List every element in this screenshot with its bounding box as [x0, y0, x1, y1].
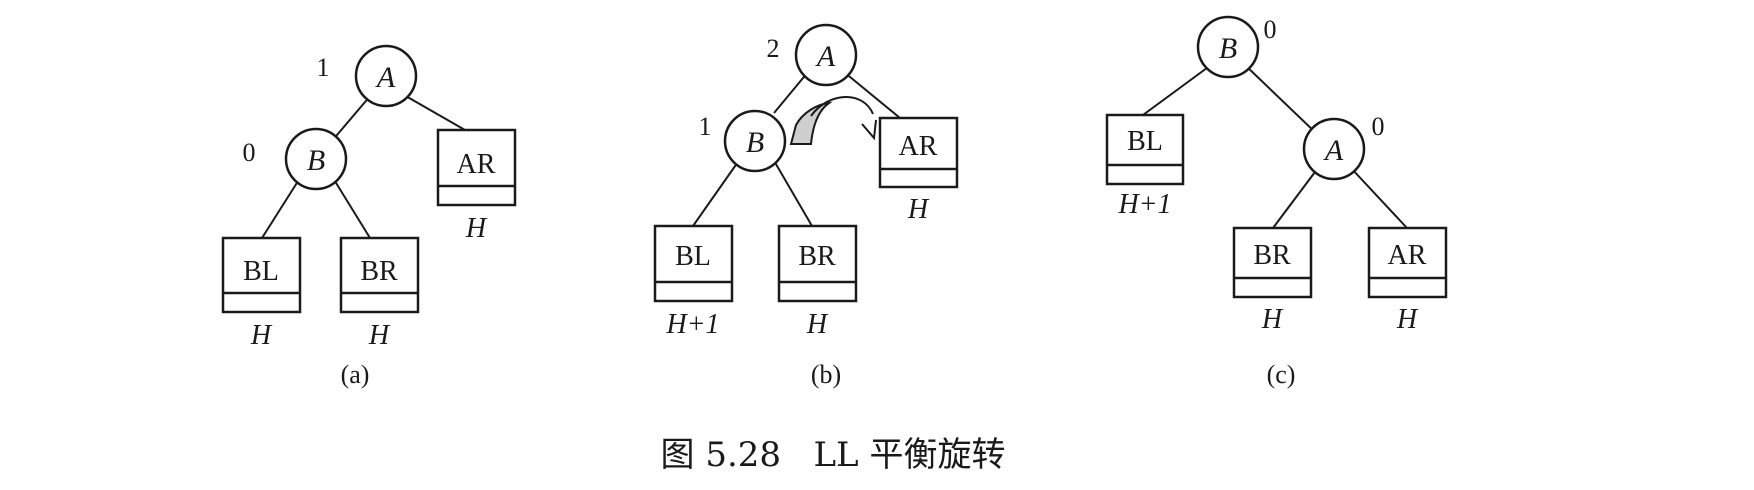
edge-a-B-BL: [261, 177, 301, 239]
subtree-box-b-AR: AR: [878, 116, 959, 189]
node-label: B: [1219, 32, 1237, 65]
tree-node-b-child: B: [723, 109, 787, 173]
subtree-label: AR: [1388, 240, 1427, 271]
edge-a-A-AR: [403, 94, 466, 131]
subtree-label: BR: [360, 256, 398, 287]
subtree-height: H: [465, 213, 488, 244]
edge-b-A-B: [773, 71, 809, 114]
node-label: A: [815, 40, 836, 73]
figure-caption: 图 5.28 LL 平衡旋转: [661, 435, 1006, 475]
balance-factor: 1: [317, 53, 330, 82]
panel-caption: (b): [811, 360, 841, 389]
node-label: A: [375, 61, 396, 94]
subtree-box-b-BR: BR: [777, 224, 858, 303]
subtree-label: AR: [457, 149, 496, 180]
balance-factor: 0: [243, 138, 256, 167]
edge-c-B-A: [1244, 64, 1318, 135]
subtree-label: BR: [798, 241, 836, 272]
subtree-box-c-BL: BL: [1105, 113, 1185, 186]
subtree-box-b-BL: BL: [653, 224, 734, 303]
subtree-box-c-AR: AR: [1367, 226, 1448, 299]
edge-c-B-BL: [1142, 64, 1212, 116]
subtree-height: H+1: [1117, 189, 1171, 220]
subtree-box-c-BR: BR: [1232, 226, 1313, 299]
edge-a-B-BR: [332, 177, 371, 239]
subtree-height: H: [250, 320, 273, 351]
subtree-height: H: [1396, 304, 1419, 335]
balance-factor: 0: [1264, 15, 1277, 44]
tree-node-c-child: A: [1302, 117, 1366, 181]
edge-a-A-B: [330, 94, 372, 143]
subtree-height: H: [907, 194, 930, 225]
balance-factor: 2: [767, 34, 780, 63]
panel-c: B 0 A 0 BL H+1 BR H AR H (c): [1105, 15, 1448, 389]
edge-c-A-AR: [1350, 167, 1408, 229]
subtree-height: H: [806, 309, 829, 340]
subtree-label: BR: [1253, 240, 1291, 271]
subtree-label: BL: [243, 256, 279, 287]
subtree-height: H: [368, 320, 391, 351]
subtree-label: BL: [675, 241, 711, 272]
tree-node-b-root: A: [794, 23, 858, 87]
tree-node-a-child: B: [284, 127, 348, 191]
subtree-label: BL: [1127, 126, 1163, 157]
panel-caption: (c): [1267, 360, 1296, 389]
tree-node-a-root: A: [354, 44, 418, 108]
node-label: B: [746, 126, 764, 159]
edge-c-A-BR: [1272, 167, 1319, 229]
panel-b: A 2 B 1 AR H BL H+1 BR H (b): [653, 23, 959, 389]
rotation-arrow-icon: [789, 96, 877, 145]
edge-b-B-BL: [692, 158, 741, 227]
subtree-height: H+1: [665, 309, 719, 340]
avl-rotation-figure: A 1 B 0 AR H BL H BR H (a) A 2 B 1 AR H …: [221, 15, 1448, 475]
subtree-box-a-BR: BR: [339, 236, 420, 314]
balance-factor: 0: [1372, 112, 1385, 141]
edge-b-B-BR: [772, 158, 813, 227]
subtree-box-a-BL: BL: [221, 236, 302, 314]
balance-factor: 1: [699, 112, 712, 141]
panel-caption: (a): [341, 360, 370, 389]
subtree-height: H: [1261, 304, 1284, 335]
node-label: A: [1323, 134, 1344, 167]
subtree-box-a-AR: AR: [436, 128, 517, 207]
subtree-label: AR: [899, 131, 938, 162]
panel-a: A 1 B 0 AR H BL H BR H (a): [221, 44, 517, 389]
tree-node-c-root: B: [1196, 15, 1260, 79]
node-label: B: [307, 144, 325, 177]
